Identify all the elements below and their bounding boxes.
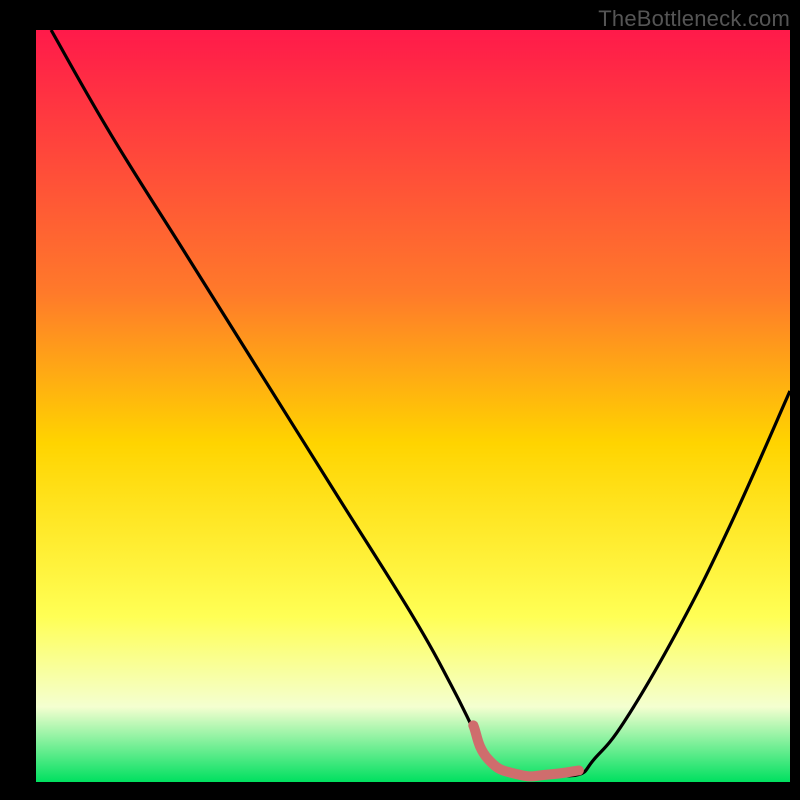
chart-frame: { "attribution": "TheBottleneck.com", "c… xyxy=(0,0,800,800)
gradient-background xyxy=(36,30,790,782)
attribution-label: TheBottleneck.com xyxy=(598,6,790,32)
bottleneck-chart xyxy=(0,0,800,800)
plot-area xyxy=(36,30,790,782)
